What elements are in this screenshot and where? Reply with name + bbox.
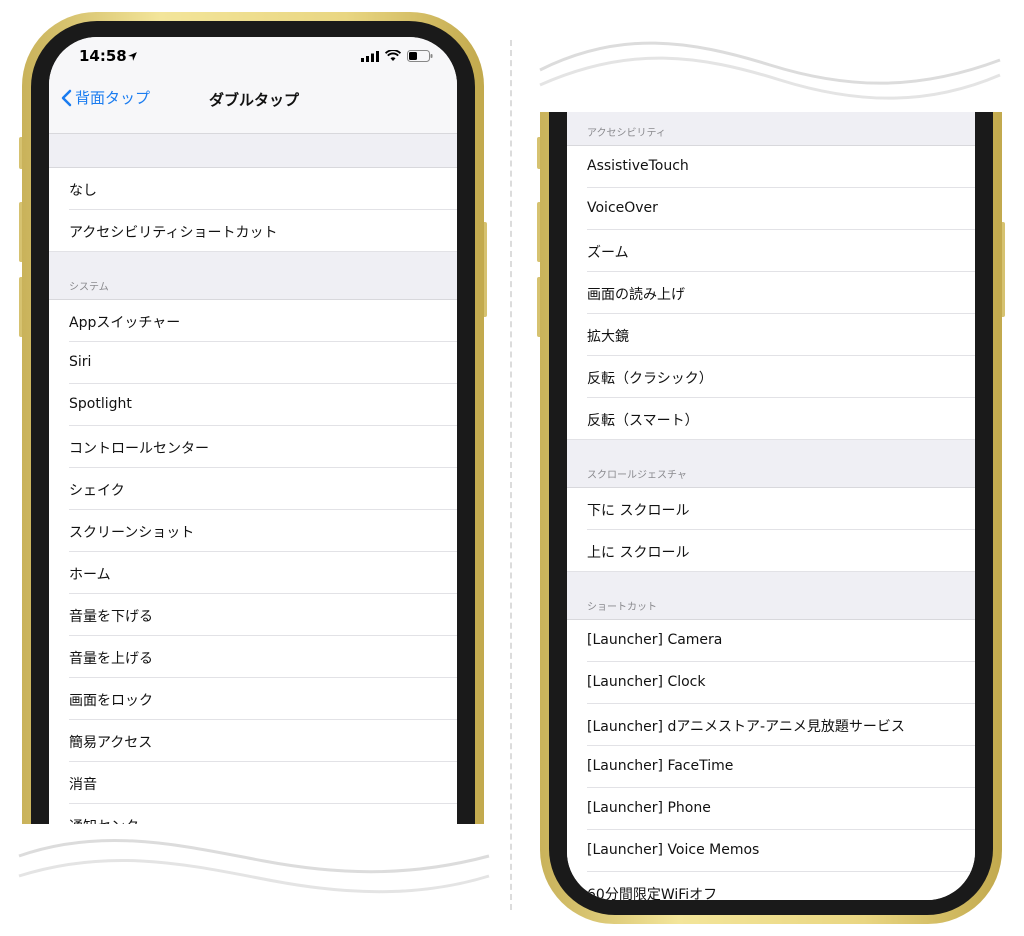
section-header-scroll: スクロールジェスチャ [567, 440, 975, 488]
left-screen: 14:58 背面タップ ダブルタップ なし アクセシビリティショートカット シス… [49, 37, 457, 824]
list-item[interactable]: ズーム [567, 230, 975, 272]
list-item-label: シェイク [69, 483, 125, 499]
list-item[interactable]: なし [49, 168, 457, 210]
list-item-label: 反転（スマート） [587, 413, 699, 429]
list-item[interactable]: 通知センター [49, 804, 457, 824]
back-button[interactable]: 背面タップ [61, 87, 150, 108]
wave-decoration-bottom [18, 838, 490, 894]
section-header-system: システム [49, 252, 457, 300]
status-time: 14:58 [79, 47, 127, 65]
section-header-shortcuts: ショートカット [567, 572, 975, 620]
list-item[interactable]: [Launcher] Clock [567, 662, 975, 704]
list-item[interactable]: VoiceOver [567, 188, 975, 230]
section-header-label: ショートカット [587, 602, 657, 613]
list-item-label: なし [69, 183, 97, 199]
list-item[interactable]: スクリーンショット [49, 510, 457, 552]
list-item[interactable]: ホーム [49, 552, 457, 594]
list-item[interactable]: 画面の読み上げ [567, 272, 975, 314]
list-item-label: ズーム [587, 245, 629, 261]
list-item[interactable]: [Launcher] Camera [567, 620, 975, 662]
phone-left: 14:58 背面タップ ダブルタップ なし アクセシビリティショートカット シス… [19, 12, 487, 824]
list-item[interactable]: 下に スクロール [567, 488, 975, 530]
list-item[interactable]: シェイク [49, 468, 457, 510]
cellular-signal-icon [361, 50, 379, 62]
battery-icon [407, 50, 433, 62]
section-header-label: システム [69, 282, 109, 293]
list-item[interactable]: [Launcher] dアニメストア-アニメ見放題サービス [567, 704, 975, 746]
list-item-label: 簡易アクセス [69, 735, 153, 751]
list-item[interactable]: 60分間限定WiFiオフ [567, 872, 975, 900]
list-item-label: 音量を上げる [69, 651, 153, 667]
list-item-label: ホーム [69, 567, 111, 583]
list-item[interactable]: 上に スクロール [567, 530, 975, 572]
navigation-bar: 背面タップ ダブルタップ [49, 77, 457, 133]
list-item-label: 画面の読み上げ [587, 287, 685, 303]
list-item[interactable]: 音量を上げる [49, 636, 457, 678]
group-spacer [49, 133, 457, 168]
list-item-label: 通知センター [69, 816, 153, 824]
list-item-label: 画面をロック [69, 693, 153, 709]
status-bar: 14:58 [49, 37, 457, 77]
list-item-label: [Launcher] Clock [587, 674, 706, 690]
list-item[interactable]: Spotlight [49, 384, 457, 426]
list-item-label: 下に スクロール [587, 503, 690, 519]
wave-decoration-top [539, 41, 1001, 100]
list-item-label: [Launcher] Camera [587, 632, 723, 648]
list-item-label: 消音 [69, 777, 97, 793]
page-title: ダブルタップ [209, 91, 300, 109]
list-item-label: [Launcher] dアニメストア-アニメ見放題サービス [587, 719, 905, 735]
list-item[interactable]: 拡大鏡 [567, 314, 975, 356]
list-item-label: 拡大鏡 [587, 329, 629, 345]
list-item-label: [Launcher] Voice Memos [587, 842, 760, 858]
list-item[interactable]: AssistiveTouch [567, 146, 975, 188]
list-item[interactable]: コントロールセンター [49, 426, 457, 468]
list-item-label: [Launcher] FaceTime [587, 758, 734, 774]
list-item[interactable]: 反転（スマート） [567, 398, 975, 440]
list-item[interactable]: アクセシビリティショートカット [49, 210, 457, 252]
list-item-label: 上に スクロール [587, 545, 690, 561]
list-item-label: 音量を下げる [69, 609, 153, 625]
section-header-label: スクロールジェスチャ [587, 470, 687, 481]
list-item[interactable]: Appスイッチャー [49, 300, 457, 342]
list-item[interactable]: 簡易アクセス [49, 720, 457, 762]
list-item-label: [Launcher] Phone [587, 800, 711, 816]
list-item[interactable]: 反転（クラシック） [567, 356, 975, 398]
list-item[interactable]: 画面をロック [49, 678, 457, 720]
section-header-accessibility: アクセシビリティ [567, 112, 975, 146]
list-item-label: Appスイッチャー [69, 315, 181, 331]
phone-right: アクセシビリティ AssistiveTouch VoiceOver ズーム画面の読み… [537, 112, 1005, 924]
list-item[interactable]: Siri [49, 342, 457, 384]
list-item-label: VoiceOver [587, 200, 658, 216]
list-item-label: AssistiveTouch [587, 158, 689, 174]
action-list-left: なしアクセシビリティショートカット システム Appスイッチャー Siri Spot… [49, 133, 457, 824]
list-item[interactable]: [Launcher] Voice Memos [567, 830, 975, 872]
list-item[interactable]: 音量を下げる [49, 594, 457, 636]
list-item-label: スクリーンショット [69, 525, 195, 541]
list-item-label: Spotlight [69, 396, 132, 412]
list-item-label: 60分間限定WiFiオフ [587, 887, 718, 900]
list-item-label: コントロールセンター [69, 441, 209, 457]
location-arrow-icon [128, 52, 137, 61]
list-item-label: 反転（クラシック） [587, 371, 713, 387]
action-list-right: アクセシビリティ AssistiveTouch VoiceOver ズーム画面の読み… [567, 112, 975, 900]
right-screen: アクセシビリティ AssistiveTouch VoiceOver ズーム画面の読み… [567, 112, 975, 900]
divider-dashed [510, 40, 512, 910]
list-item-label: Siri [69, 354, 92, 370]
wifi-icon [385, 50, 401, 61]
section-header-label: アクセシビリティ [587, 128, 666, 139]
list-item-label: アクセシビリティショートカット [69, 225, 278, 241]
list-item[interactable]: [Launcher] Phone [567, 788, 975, 830]
list-item[interactable]: [Launcher] FaceTime [567, 746, 975, 788]
list-item[interactable]: 消音 [49, 762, 457, 804]
chevron-left-icon [61, 89, 72, 106]
back-button-label: 背面タップ [75, 89, 151, 107]
